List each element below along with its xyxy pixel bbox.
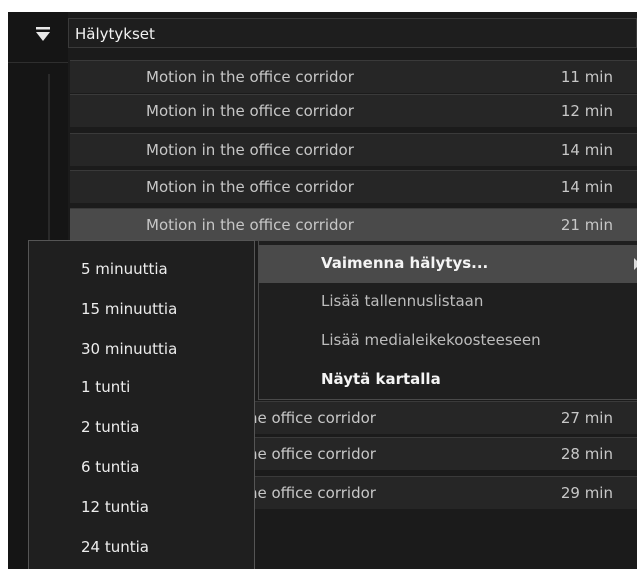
menu-item-add-to-recording-list[interactable]: Lisää tallennuslistaan	[259, 283, 637, 321]
submenu-item-24-hours[interactable]: 24 tuntia	[29, 529, 254, 567]
alarm-time: 14 min	[560, 178, 613, 196]
alarm-description: Motion in the office corridor	[146, 216, 354, 234]
mute-duration-submenu: 5 minuuttia 15 minuuttia 30 minuuttia 1 …	[28, 240, 255, 569]
submenu-item-5-min[interactable]: 5 minuuttia	[29, 251, 254, 289]
alarm-row[interactable]: Motion in the office corridor 12 min	[70, 94, 637, 127]
submenu-item-label: 30 minuuttia	[81, 340, 178, 358]
alarm-row[interactable]: Motion in the office corridor 14 min	[70, 170, 637, 203]
menu-item-mute-alarm[interactable]: Vaimenna hälytys...	[259, 245, 637, 283]
submenu-item-label: 2 tuntia	[81, 418, 140, 436]
submenu-item-label: 12 tuntia	[81, 498, 149, 516]
menu-item-label: Vaimenna hälytys...	[321, 254, 489, 272]
submenu-item-2-hours[interactable]: 2 tuntia	[29, 409, 254, 447]
submenu-item-30-min[interactable]: 30 minuuttia	[29, 331, 254, 369]
alarm-description: Motion in the office corridor	[146, 102, 354, 120]
panel-title: Hälytykset	[75, 25, 155, 43]
menu-item-label: Näytä kartalla	[321, 370, 441, 388]
alarm-row[interactable]: Motion in the office corridor 11 min	[70, 60, 637, 93]
submenu-item-label: 24 tuntia	[81, 538, 149, 556]
collapse-triangle-icon[interactable]	[34, 24, 52, 44]
alarm-time: 14 min	[560, 141, 613, 159]
alarms-panel-header[interactable]: Hälytykset	[68, 18, 637, 48]
submenu-item-1-hour[interactable]: 1 tunti	[29, 369, 254, 407]
alarm-description: he office corridor	[248, 409, 376, 427]
alarm-description: he office corridor	[248, 484, 376, 502]
alarm-time: 28 min	[560, 445, 613, 463]
alarm-time: 29 min	[560, 484, 613, 502]
submenu-item-12-hours[interactable]: 12 tuntia	[29, 489, 254, 527]
alarm-description: Motion in the office corridor	[146, 141, 354, 159]
alarm-description: he office corridor	[248, 445, 376, 463]
alarm-row[interactable]: Motion in the office corridor 14 min	[70, 133, 637, 166]
alarm-description: Motion in the office corridor	[146, 68, 354, 86]
context-menu: Vaimenna hälytys... Lisää tallennuslista…	[258, 240, 637, 400]
submenu-item-label: 15 minuuttia	[81, 300, 178, 318]
submenu-item-15-min[interactable]: 15 minuuttia	[29, 291, 254, 329]
menu-item-label: Lisää tallennuslistaan	[321, 292, 484, 310]
alarm-time: 12 min	[560, 102, 613, 120]
menu-item-show-on-map[interactable]: Näytä kartalla	[259, 361, 637, 399]
submenu-item-6-hours[interactable]: 6 tuntia	[29, 449, 254, 487]
alarm-time: 11 min	[560, 68, 613, 86]
submenu-item-label: 5 minuuttia	[81, 260, 168, 278]
alarm-description: Motion in the office corridor	[146, 178, 354, 196]
submenu-item-label: 1 tunti	[81, 378, 131, 396]
alarm-time: 27 min	[560, 409, 613, 427]
submenu-item-label: 6 tuntia	[81, 458, 140, 476]
alarms-window: Hälytykset Motion in the office corridor…	[8, 12, 637, 569]
menu-item-add-to-media-clip[interactable]: Lisää medialeikekoosteeseen	[259, 322, 637, 360]
alarm-time: 21 min	[560, 216, 613, 234]
alarm-row-selected[interactable]: Motion in the office corridor 21 min	[70, 208, 637, 241]
menu-item-label: Lisää medialeikekoosteeseen	[321, 331, 541, 349]
sidebar-divider	[8, 62, 68, 63]
